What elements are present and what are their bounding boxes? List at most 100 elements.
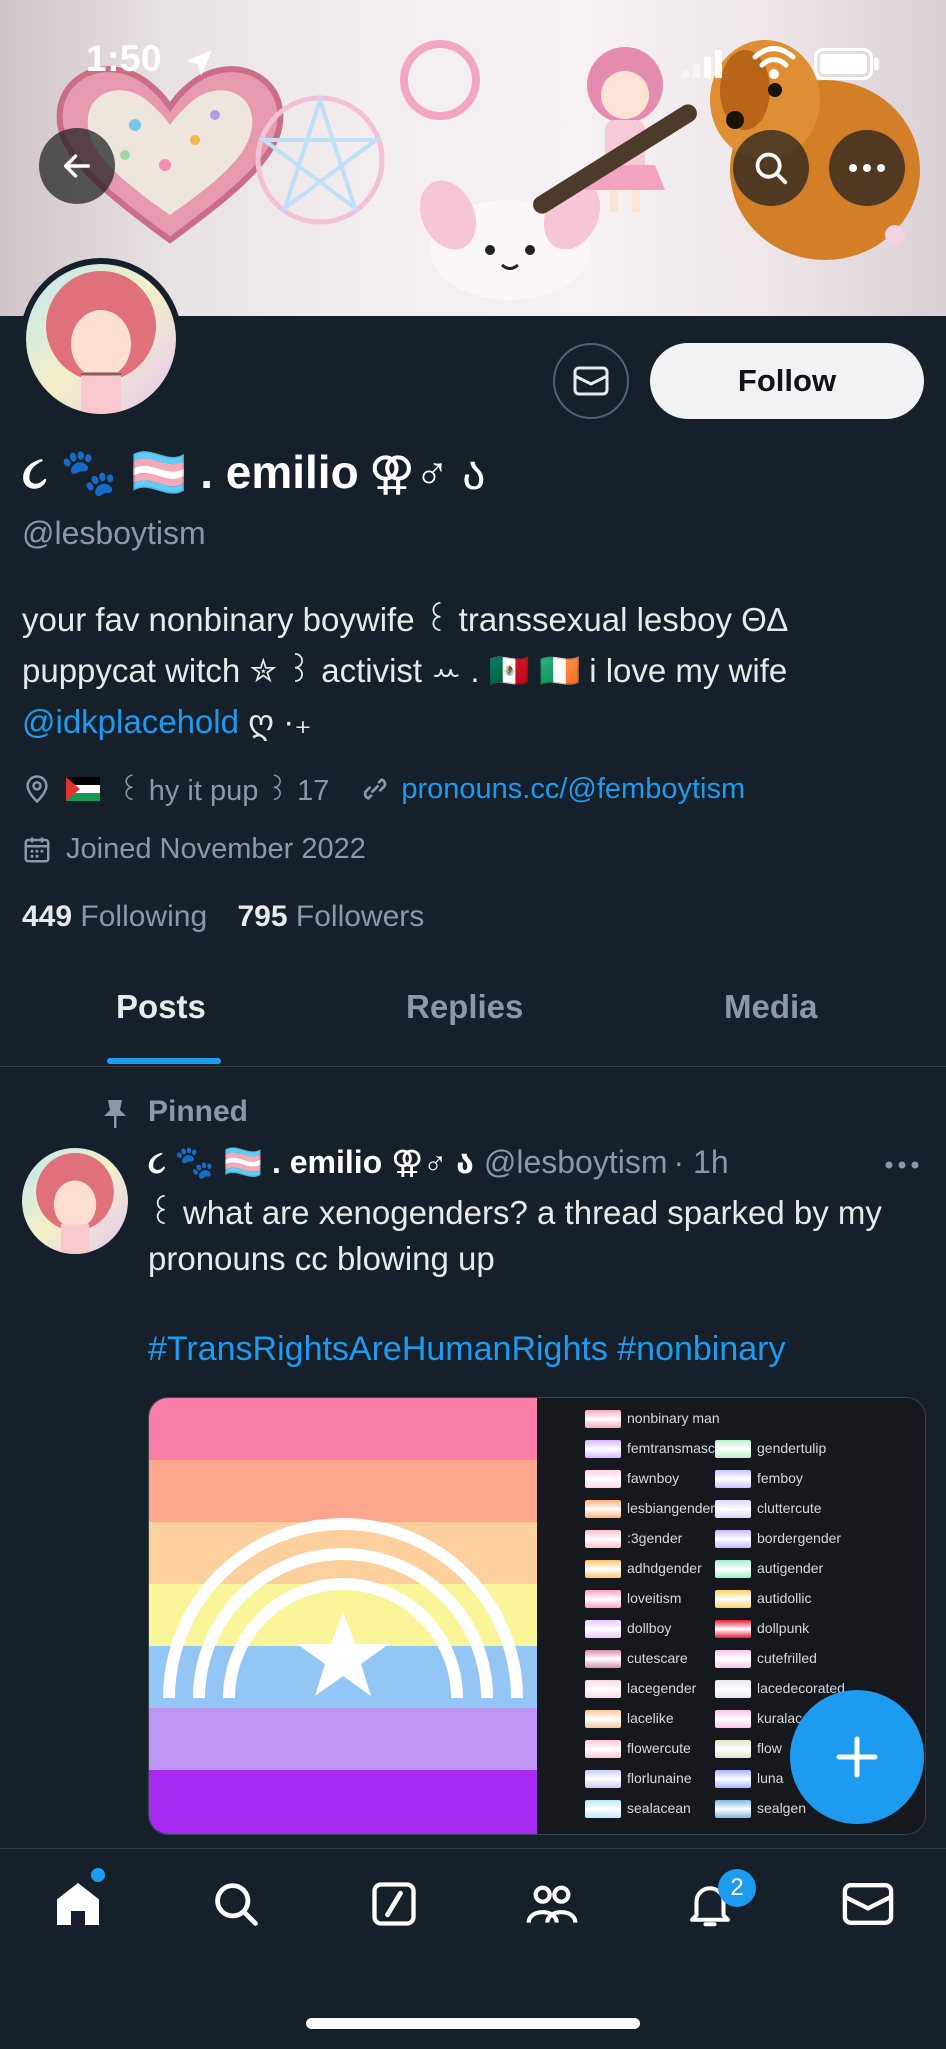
flag-label: femtransmasc bbox=[627, 1440, 715, 1456]
post-time: · 1h bbox=[673, 1144, 729, 1180]
flag-label: lacelike bbox=[627, 1710, 674, 1726]
flag-swatch bbox=[715, 1590, 751, 1608]
following-label: Following bbox=[80, 900, 208, 933]
nav-home[interactable] bbox=[46, 1872, 110, 1936]
flag-swatch bbox=[585, 1410, 621, 1428]
location-pin-icon bbox=[26, 775, 48, 804]
avatar-image bbox=[26, 264, 176, 414]
display-name-suffix: ⚢♂ ა bbox=[368, 447, 486, 499]
nav-communities[interactable] bbox=[520, 1872, 584, 1936]
followers-link[interactable]: 795 Followers bbox=[237, 900, 424, 933]
flag-label: fawnboy bbox=[627, 1470, 680, 1486]
tab-posts[interactable]: Posts bbox=[116, 988, 206, 1026]
back-arrow-icon bbox=[63, 154, 91, 178]
follow-button[interactable]: Follow bbox=[650, 343, 924, 419]
location-text: ꒰ hy it pup ꒱ 17 bbox=[118, 775, 330, 807]
more-icon bbox=[849, 164, 885, 172]
flag-swatch bbox=[585, 1530, 621, 1548]
flag-swatch bbox=[585, 1470, 621, 1488]
flag-swatch bbox=[715, 1650, 751, 1668]
pinned-label: Pinned bbox=[148, 1095, 249, 1128]
envelope-icon bbox=[573, 366, 609, 396]
bio-tail: ღ ·₊ bbox=[248, 703, 312, 740]
keychain-decoration bbox=[400, 40, 480, 120]
flag-swatch bbox=[585, 1650, 621, 1668]
envelope-icon bbox=[842, 1883, 894, 1925]
website-link[interactable]: pronouns.cc/@femboytism bbox=[401, 773, 745, 806]
flag-swatch bbox=[715, 1530, 751, 1548]
flag-label: flowercute bbox=[627, 1740, 691, 1756]
profile-handle: @lesboytism bbox=[22, 515, 206, 551]
nav-search[interactable] bbox=[204, 1872, 268, 1936]
slash-box-icon bbox=[372, 1882, 416, 1926]
flag-label: nonbinary man bbox=[627, 1410, 720, 1426]
followers-count: 795 bbox=[237, 900, 288, 933]
post-more-icon[interactable] bbox=[884, 1160, 920, 1170]
home-indicator bbox=[306, 2018, 640, 2029]
post-author-avatar[interactable] bbox=[22, 1148, 128, 1254]
flag-label: loveitism bbox=[627, 1590, 682, 1606]
pin-icon bbox=[104, 1100, 126, 1128]
flag-label: dollboy bbox=[627, 1620, 672, 1636]
plus-icon bbox=[836, 1736, 878, 1778]
joined-text: Joined November 2022 bbox=[66, 833, 366, 865]
flag-swatch bbox=[585, 1560, 621, 1578]
xenogender-flag-image bbox=[149, 1398, 537, 1834]
message-button[interactable] bbox=[553, 343, 629, 419]
joined-row: Joined November 2022 bbox=[22, 833, 366, 866]
flag-label: :3gender bbox=[627, 1530, 683, 1546]
flag-swatch bbox=[585, 1440, 621, 1458]
flag-label: bordergender bbox=[757, 1530, 842, 1546]
flag-label: cutefrilled bbox=[757, 1650, 817, 1666]
flag-label: flow bbox=[757, 1740, 782, 1756]
post-author-name[interactable]: ૮ 🐾 🏳️‍⚧️ . emilio ⚢♂ ა bbox=[148, 1143, 474, 1182]
post-header: ૮ 🐾 🏳️‍⚧️ . emilio ⚢♂ ა @lesboytism · 1h bbox=[148, 1143, 729, 1182]
flag-label: sealacean bbox=[627, 1800, 691, 1816]
tab-replies[interactable]: Replies bbox=[406, 988, 523, 1026]
profile-bio: your fav nonbinary boywife ꒰ transsexual… bbox=[22, 594, 922, 747]
flag-swatch bbox=[585, 1620, 621, 1638]
people-icon bbox=[526, 1885, 578, 1924]
status-time: 1:50 bbox=[86, 38, 163, 79]
flag-label: sealgen bbox=[757, 1800, 807, 1816]
tabs-divider bbox=[0, 1066, 946, 1067]
following-link[interactable]: 449 Following bbox=[22, 900, 207, 933]
display-name: ૮ 🐾 🏳️‍⚧️ . emilio ⚢♂ ა bbox=[22, 445, 486, 501]
post-hashtags[interactable]: #TransRightsAreHumanRights #nonbinary bbox=[148, 1330, 786, 1369]
flag-label: femboy bbox=[757, 1470, 803, 1486]
flag-label: adhdgender bbox=[627, 1560, 702, 1576]
search-button[interactable] bbox=[733, 130, 809, 206]
bio-mention-link[interactable]: @idkplacehold bbox=[22, 703, 239, 740]
post-text: ꒰ what are xenogenders? a thread sparked… bbox=[148, 1194, 882, 1277]
more-options-button[interactable] bbox=[829, 130, 905, 206]
active-tab-indicator bbox=[107, 1058, 221, 1064]
flag-swatch bbox=[585, 1770, 621, 1788]
wifi-icon bbox=[752, 46, 796, 79]
location-arrow-icon bbox=[186, 50, 212, 76]
compose-post-button[interactable] bbox=[790, 1690, 924, 1824]
flag-label: cutescare bbox=[627, 1650, 688, 1666]
flag-swatch bbox=[585, 1590, 621, 1608]
flag-label: dollpunk bbox=[757, 1620, 810, 1636]
tab-media[interactable]: Media bbox=[724, 988, 818, 1026]
post-author-handle[interactable]: @lesboytism bbox=[484, 1144, 668, 1181]
flag-swatch bbox=[585, 1710, 621, 1728]
followers-label: Followers bbox=[295, 900, 425, 933]
home-unread-dot bbox=[91, 1868, 105, 1882]
flag-swatch bbox=[715, 1800, 751, 1818]
back-button[interactable] bbox=[39, 128, 115, 204]
flag-label: florlunaine bbox=[627, 1770, 692, 1786]
flag-swatch bbox=[585, 1680, 621, 1698]
flag-swatch bbox=[585, 1500, 621, 1518]
flag-swatch bbox=[585, 1800, 621, 1818]
following-count: 449 bbox=[22, 900, 73, 933]
avatar-image bbox=[22, 1148, 128, 1254]
profile-avatar[interactable] bbox=[20, 258, 182, 420]
nav-grok[interactable] bbox=[362, 1872, 426, 1936]
flag-swatch bbox=[715, 1440, 751, 1458]
flag-swatch bbox=[715, 1740, 751, 1758]
nav-messages[interactable] bbox=[836, 1872, 900, 1936]
calendar-icon bbox=[24, 837, 50, 862]
notifications-badge: 2 bbox=[718, 1869, 756, 1907]
search-icon bbox=[755, 152, 788, 185]
